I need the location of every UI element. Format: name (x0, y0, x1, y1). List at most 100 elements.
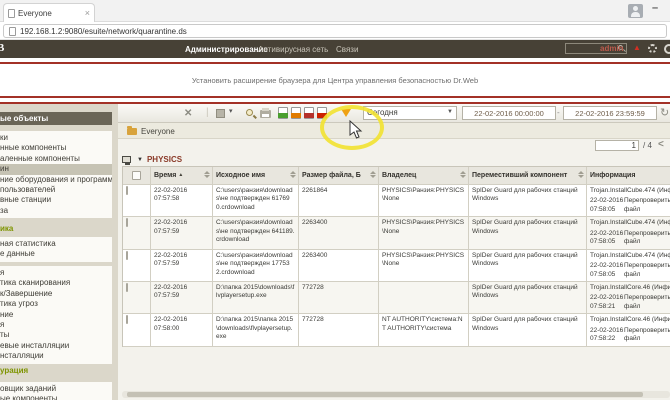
sidebar-item-charts[interactable]: ки (0, 133, 112, 143)
sidebar-item-8[interactable]: за (0, 206, 112, 216)
sidebar-item-12[interactable]: я (0, 268, 112, 278)
date-to-input[interactable] (563, 106, 657, 120)
sidebar-item-quarantine[interactable]: ин (0, 164, 112, 174)
row-checkbox[interactable] (126, 251, 128, 260)
sidebar-item-installations[interactable]: нсталляции (0, 351, 112, 361)
table-header-row: Время▲ Исходное имя Размер файла, Б Влад… (123, 167, 670, 185)
menu-links[interactable]: Связи (336, 45, 358, 54)
cell-size: 772728 (299, 282, 379, 313)
menu-antivirus-network[interactable]: Антивирусная сеть (258, 45, 328, 54)
col-time[interactable]: Время▲ (151, 167, 213, 184)
sort-arrows-icon[interactable] (290, 170, 296, 179)
sidebar-item-task-scheduler[interactable]: овщик заданий (0, 384, 112, 394)
sidebar-item-removed-components[interactable]: аленные компоненты (0, 154, 112, 164)
cell-size: 2263400 (299, 217, 379, 248)
menu-administration[interactable]: Администрирование (185, 45, 268, 54)
sidebar-item-scan-statistics[interactable]: тика сканирования (0, 278, 112, 288)
info-date: 22-02-2016 07:58:22 (590, 327, 624, 344)
cube-dropdown-caret-icon[interactable]: ▾ (229, 107, 233, 115)
cell-owner: NT AUTHORITY\система:NT AUTHORITY\систем… (379, 314, 469, 345)
page-icon (9, 27, 16, 36)
station-name[interactable]: PHYSICS (147, 155, 182, 164)
delete-from-quarantine-icon[interactable]: ✕ (184, 108, 192, 119)
sidebar-item-17[interactable]: я (0, 320, 112, 330)
quarantine-table: Время▲ Исходное имя Размер файла, Б Влад… (122, 166, 670, 347)
select-caret-icon[interactable]: ▼ (447, 109, 453, 115)
export-xml-icon[interactable] (304, 107, 314, 119)
select-all-checkbox[interactable] (132, 171, 141, 180)
sidebar-item-installing-components[interactable]: ые компоненты (0, 394, 112, 400)
sidebar-item-threat-statistics[interactable]: тика угроз (0, 299, 112, 309)
cell-info: Trojan.InstallCube.474 (Инфицирован) 22-… (587, 185, 670, 216)
sort-arrows-icon[interactable] (204, 170, 210, 179)
sidebar-item-active-stations[interactable]: вные станции (0, 195, 112, 205)
group-collapse-caret-icon[interactable]: ▼ (137, 157, 143, 163)
horizontal-scrollbar-thumb[interactable] (127, 392, 643, 397)
col-source-name[interactable]: Исходное имя (213, 167, 299, 184)
sidebar-item-16[interactable]: ние (0, 310, 112, 320)
magnifier-icon[interactable] (246, 109, 253, 116)
recheck-file-link[interactable]: Перепроверить файл (624, 197, 670, 214)
cell-info: Trojan.InstallCube.474 (Инфицирован) 22-… (587, 217, 670, 248)
sidebar-item-hardware-software[interactable]: ние оборудования и программ (0, 175, 112, 185)
printer-icon[interactable] (260, 110, 271, 118)
col-owner[interactable]: Владелец (379, 167, 469, 184)
cell-component: SpIDer Guard для рабочих станций Windows (469, 217, 587, 248)
sidebar-item-summary-data[interactable]: е данные (0, 249, 112, 259)
sort-asc-icon: ▲ (178, 172, 183, 179)
alert-triangle-icon[interactable]: ▲ (633, 43, 641, 52)
col-size[interactable]: Размер файла, Б (299, 167, 379, 184)
logout-icon[interactable] (664, 44, 670, 54)
row-checkbox[interactable] (126, 283, 128, 292)
recheck-file-link[interactable]: Перепроверить файл (624, 327, 670, 344)
station-group-row[interactable]: ▼ PHYSICS (122, 153, 670, 166)
sidebar-item-installed-components[interactable]: нные компоненты (0, 143, 112, 153)
recheck-file-link[interactable]: Перепроверить файл (624, 262, 670, 279)
cell-info: Trojan.InstallCube.474 (Инфицирован) 22-… (587, 250, 670, 281)
sort-arrows-icon[interactable] (460, 170, 466, 179)
extension-banner[interactable]: Установить расширение браузера для Центр… (0, 64, 670, 96)
window-minimize-button[interactable]: – (652, 2, 658, 14)
sidebar-item-summary-statistics[interactable]: ная статистика (0, 239, 112, 249)
export-html-icon[interactable] (291, 107, 301, 119)
tab-close-icon[interactable]: × (85, 8, 90, 18)
settings-gear-icon[interactable] (648, 44, 657, 53)
sort-arrows-icon[interactable] (370, 170, 376, 179)
sort-arrows-icon[interactable] (578, 170, 584, 179)
recheck-file-link[interactable]: Перепроверить файл (624, 294, 670, 311)
table-row: 22-02-2016 07:57:59 C:\users\ранзия\down… (123, 250, 670, 282)
sidebar-item-user-sessions[interactable]: пользователей (0, 185, 112, 195)
export-csv-icon[interactable] (278, 107, 288, 119)
breadcrumb[interactable]: Everyone (141, 127, 175, 136)
threat-status: (Инфицирован) (657, 252, 670, 259)
browser-tab[interactable]: Everyone × (3, 3, 95, 22)
recheck-file-link[interactable]: Перепроверить файл (624, 230, 670, 247)
page-number-input[interactable] (595, 140, 639, 151)
row-checkbox[interactable] (126, 186, 128, 195)
row-checkbox[interactable] (126, 218, 128, 227)
components-cube-icon[interactable] (216, 109, 225, 118)
info-date: 22-02-2016 07:58:05 (590, 197, 624, 214)
sidebar-item-18[interactable]: ты (0, 330, 112, 340)
col-component[interactable]: Переместивший компонент (469, 167, 587, 184)
row-checkbox[interactable] (126, 315, 128, 324)
sidebar-item-start-stop[interactable]: к/Завершение (0, 289, 112, 299)
threat-status: (Инфицирован) (652, 284, 670, 291)
cell-owner: PHYSICS\Ранзия:PHYSICS\None (379, 250, 469, 281)
cell-path: D:\папка 2015\downloads\flvplayersetup.e… (213, 282, 299, 313)
date-from-input[interactable] (462, 106, 556, 120)
table-row: 22-02-2016 07:58:00 D:\папка 2015\папка … (123, 314, 670, 346)
col-info[interactable]: Информация (587, 167, 670, 184)
prev-page-button[interactable]: < (658, 139, 664, 150)
threat-name: Trojan.InstallCube.474 (590, 252, 655, 259)
logged-in-user[interactable]: admin (600, 44, 624, 53)
threat-status: (Инфицирован) (657, 187, 670, 194)
url-field[interactable]: 192.168.1.2:9080/esuite/network/quaranti… (3, 24, 667, 38)
browser-profile-icon[interactable] (628, 4, 643, 18)
refresh-icon[interactable]: ↻ (660, 106, 669, 119)
cell-size: 772728 (299, 314, 379, 345)
select-all-cell (123, 167, 151, 184)
sidebar-item-network-installations[interactable]: евые инсталляции (0, 341, 112, 351)
cell-path: C:\users\ранзия\downloads\не подтвержден… (213, 185, 299, 216)
toolbar-separator: | (206, 107, 209, 118)
